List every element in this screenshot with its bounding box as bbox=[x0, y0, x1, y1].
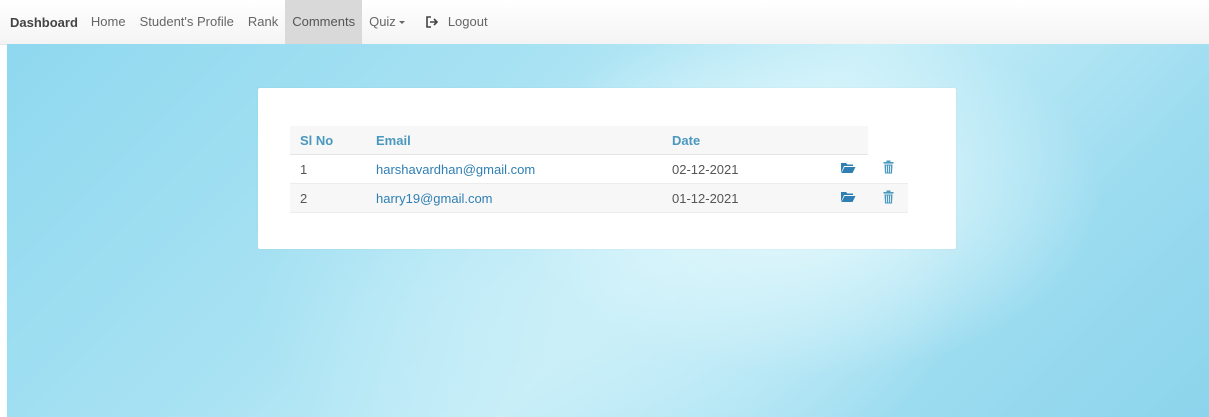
table-header-row: Sl No Email Date bbox=[290, 126, 908, 155]
nav-comments[interactable]: Comments bbox=[285, 0, 363, 44]
row-no: 1 bbox=[290, 154, 366, 184]
open-comment-button[interactable] bbox=[828, 183, 868, 213]
comments-panel: Sl No Email Date 1 harshavardhan@gmail.c… bbox=[258, 88, 956, 249]
row-date: 01-12-2021 bbox=[662, 183, 828, 213]
row-date: 02-12-2021 bbox=[662, 154, 828, 184]
row-email[interactable]: harry19@gmail.com bbox=[366, 183, 662, 213]
delete-comment-button[interactable] bbox=[868, 183, 908, 213]
row-no: 2 bbox=[290, 183, 366, 213]
comments-table: Sl No Email Date 1 harshavardhan@gmail.c… bbox=[290, 126, 908, 213]
nav-rank[interactable]: Rank bbox=[241, 0, 285, 44]
trash-icon bbox=[883, 190, 893, 203]
folder-open-icon bbox=[841, 191, 856, 202]
table-row: 1 harshavardhan@gmail.com 02-12-2021 bbox=[290, 154, 908, 184]
caret-down-icon bbox=[398, 21, 405, 24]
header-delete bbox=[868, 126, 908, 155]
header-view bbox=[828, 126, 868, 155]
table-row: 2 harry19@gmail.com 01-12-2021 bbox=[290, 183, 908, 213]
nav-logout-label: Logout bbox=[447, 14, 488, 29]
folder-open-icon bbox=[841, 162, 856, 173]
row-email[interactable]: harshavardhan@gmail.com bbox=[366, 154, 662, 184]
nav-home[interactable]: Home bbox=[84, 0, 133, 44]
nav-quiz-dropdown[interactable]: Quiz bbox=[362, 0, 412, 44]
open-comment-button[interactable] bbox=[828, 154, 868, 184]
nav-quiz-label: Quiz bbox=[369, 14, 396, 29]
brand-dashboard[interactable]: Dashboard bbox=[10, 15, 78, 30]
top-navbar: Dashboard Home Student's Profile Rank Co… bbox=[0, 0, 1209, 45]
header-email: Email bbox=[366, 126, 662, 155]
header-date: Date bbox=[662, 126, 828, 155]
header-sl-no: Sl No bbox=[290, 126, 366, 155]
nav-students-profile[interactable]: Student's Profile bbox=[133, 0, 241, 44]
nav-logout[interactable]: Logout bbox=[412, 0, 495, 44]
delete-comment-button[interactable] bbox=[868, 154, 908, 184]
trash-icon bbox=[883, 160, 893, 174]
logout-icon bbox=[426, 16, 438, 28]
